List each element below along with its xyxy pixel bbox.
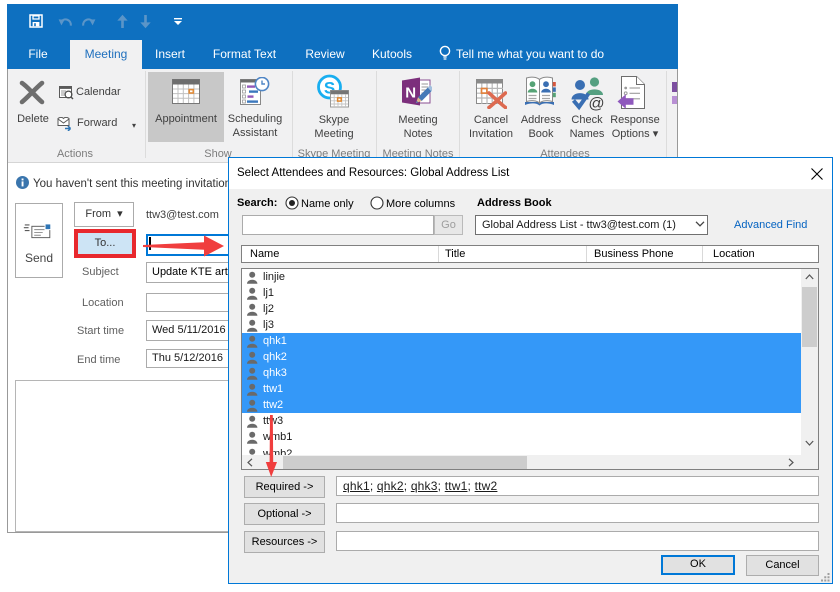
svg-text:@: @ <box>588 96 604 112</box>
svg-text:N: N <box>405 85 416 102</box>
